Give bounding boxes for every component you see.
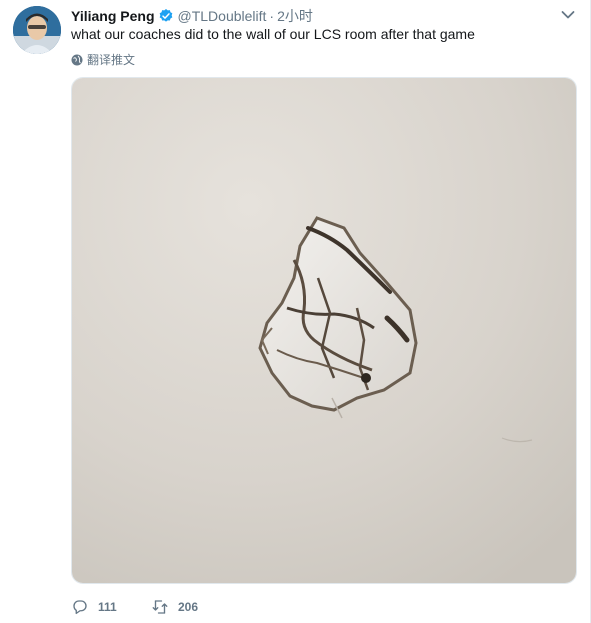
separator-dot: ·: [269, 8, 275, 24]
avatar-image: [13, 6, 61, 54]
tweet-actions: 111 206: [71, 598, 198, 616]
tweet-photo[interactable]: [71, 77, 577, 584]
tweet-card: Yiliang Peng @TLDoublelift · 2小时 what ou…: [0, 0, 591, 623]
translate-tweet-link[interactable]: 翻译推文: [71, 51, 135, 68]
author-name[interactable]: Yiliang Peng: [71, 8, 155, 24]
tweet-timestamp[interactable]: 2小时: [277, 6, 313, 26]
translate-label: 翻译推文: [87, 53, 136, 67]
author-handle[interactable]: @TLDoublelift: [178, 8, 267, 24]
globe-icon: [71, 54, 83, 65]
avatar[interactable]: [13, 6, 61, 54]
chevron-down-icon[interactable]: [561, 10, 575, 20]
verified-badge-icon: [159, 9, 172, 22]
reply-count: 111: [98, 600, 117, 614]
reply-icon: [73, 600, 87, 615]
retweet-button[interactable]: 206: [151, 598, 198, 616]
retweet-icon: [152, 600, 168, 614]
tweet-header: Yiliang Peng @TLDoublelift · 2小时: [71, 6, 313, 26]
reply-button[interactable]: 111: [71, 598, 151, 616]
tweet-text: what our coaches did to the wall of our …: [71, 26, 475, 42]
wall-hole-photo: [72, 78, 576, 583]
retweet-count: 206: [178, 600, 199, 614]
